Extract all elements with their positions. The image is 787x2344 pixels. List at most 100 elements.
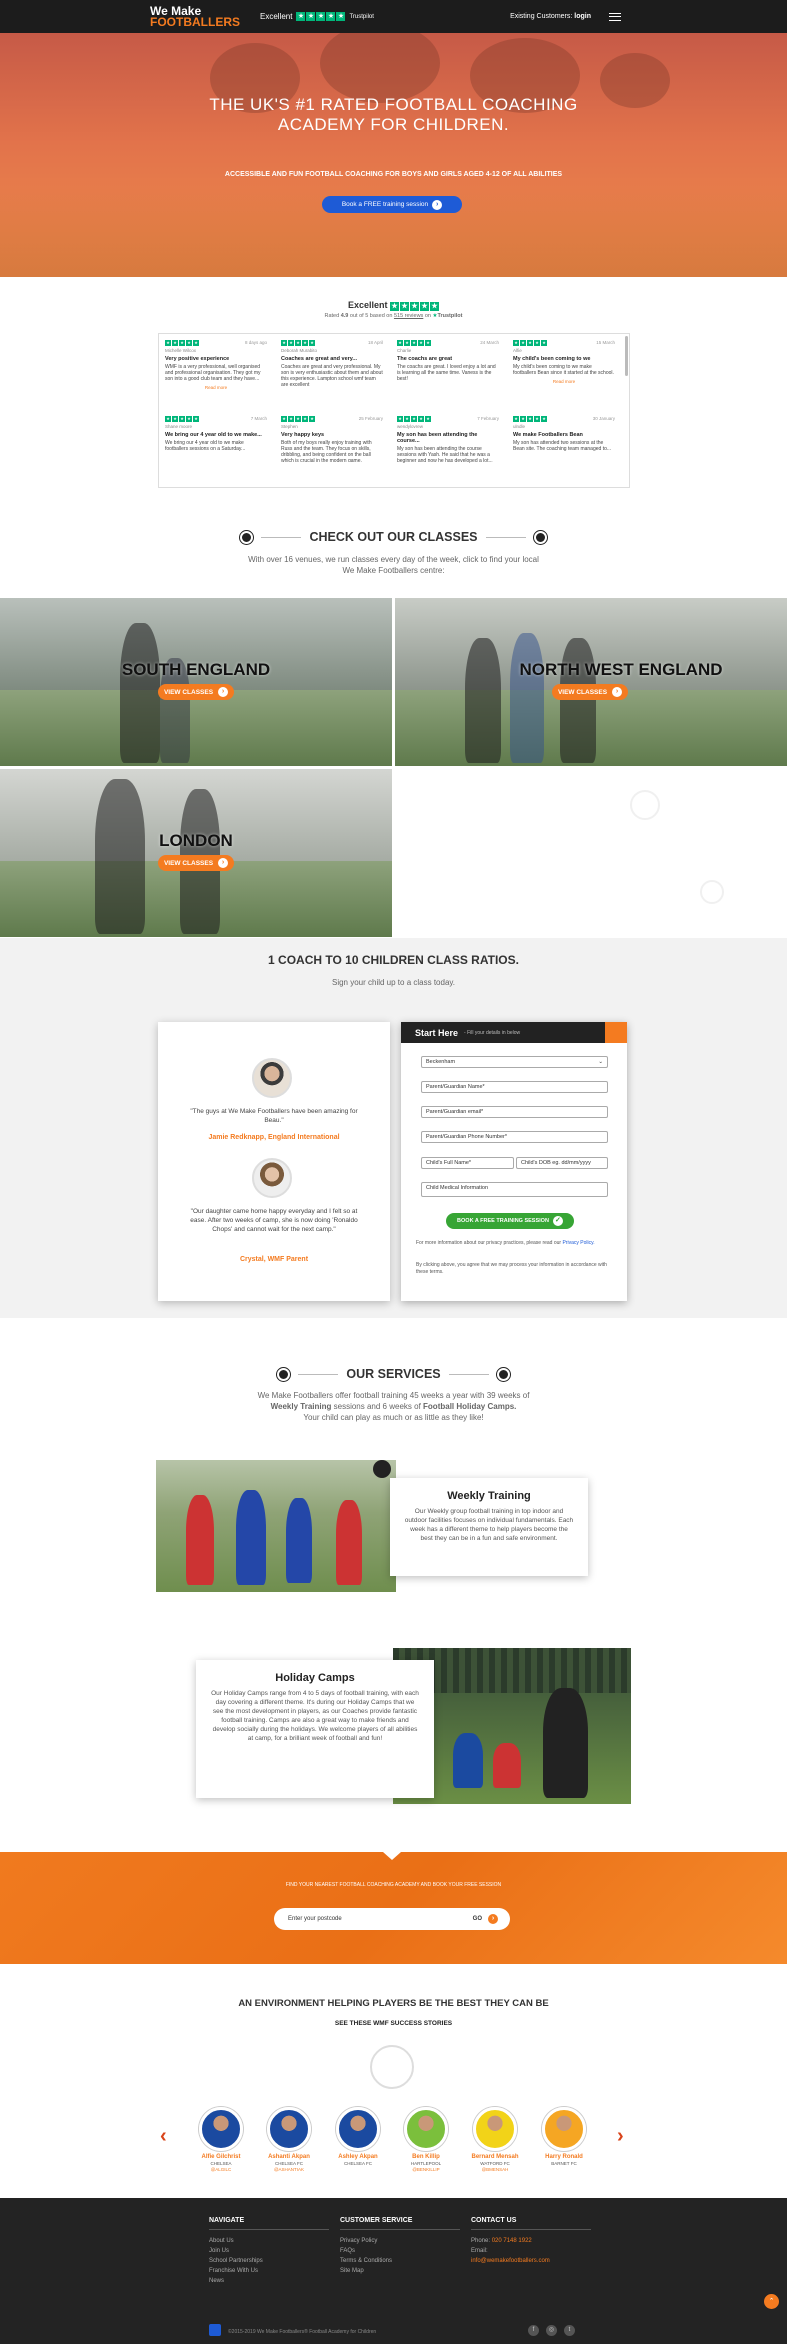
read-more-link[interactable]: Read more — [165, 385, 267, 390]
success-player[interactable]: Ashanti Akpan CHELSEA FC @ASHANTIAK — [265, 2107, 313, 2173]
success-player[interactable]: Alfie Gilchrist CHELSEA @ALGILC — [197, 2107, 245, 2173]
review-date: 7 February — [477, 416, 499, 421]
carousel-prev-arrow[interactable]: ‹ — [160, 2125, 167, 2148]
child-dob-input[interactable]: Child's DOB eg. dd/mm/yyyy — [516, 1157, 608, 1169]
footer-link[interactable]: Site Map — [340, 2266, 460, 2276]
player-handle[interactable]: @BMENSAH — [471, 2167, 519, 2173]
arrow-right-icon: › — [432, 199, 443, 210]
view-classes-button[interactable]: VIEW CLASSES › — [552, 684, 628, 700]
twitter-icon[interactable]: t — [564, 2325, 575, 2336]
scroll-top-button[interactable]: ⌃ — [764, 2294, 779, 2309]
review-title: We bring our 4 year old to we make... — [165, 432, 262, 438]
view-classes-button[interactable]: VIEW CLASSES › — [158, 684, 234, 700]
hero-title: THE UK'S #1 RATED FOOTBALL COACHING ACADE… — [209, 95, 578, 134]
reviews-count-link[interactable]: 515 reviews — [394, 313, 423, 319]
region-tile-north-west-england[interactable]: NORTH WEST ENGLAND VIEW CLASSES › — [395, 598, 787, 766]
player-name: Harry Ronald — [545, 2154, 583, 2160]
review-stars: ★ ★ ★ ★ ★ — [165, 416, 199, 422]
success-player[interactable]: Ashley Akpan CHELSEA FC — [334, 2107, 382, 2167]
region-tile-south-england[interactable]: SOUTH ENGLAND VIEW CLASSES › — [0, 598, 392, 766]
footer-link[interactable]: School Partnerships — [209, 2256, 329, 2266]
book-free-session-button[interactable]: Book a FREE training session › — [322, 196, 462, 213]
review-author: Stephen — [281, 424, 298, 429]
review-card[interactable]: ★ ★ ★ ★ ★ 8 days ago Michelle Wilcox Very posit… — [161, 338, 271, 410]
football-icon — [240, 531, 254, 545]
services-heading: OUR SERVICES — [0, 1367, 787, 1382]
footer-navigate: NAVIGATE About Us Join Us School Partnershi… — [209, 2216, 329, 2286]
player-handle[interactable]: @BENKILLIP — [402, 2167, 450, 2173]
player-photo — [404, 2107, 448, 2151]
postcode-search[interactable]: Enter your postcode GO › — [274, 1908, 510, 1930]
success-player[interactable]: Ben Killip HARTLEPOOL @BENKILLIP — [402, 2107, 450, 2173]
read-more-link[interactable]: Read more — [513, 379, 615, 384]
footer-link[interactable]: Franchise With Us — [209, 2266, 329, 2276]
region-name: LONDON — [159, 831, 233, 850]
reviews-scrollbar[interactable] — [625, 336, 628, 376]
player-name: Bernard Mensah — [471, 2154, 519, 2160]
privacy-policy-link[interactable]: Privacy Policy. — [562, 1240, 594, 1246]
site-logo[interactable]: We Make FOOTBALLERS — [150, 5, 260, 28]
login-link[interactable]: login — [574, 13, 591, 20]
facebook-icon[interactable]: f — [528, 2325, 539, 2336]
menu-icon[interactable] — [609, 12, 621, 21]
footer-link[interactable]: News — [209, 2276, 329, 2286]
hero-banner: THE UK'S #1 RATED FOOTBALL COACHING ACADE… — [0, 33, 787, 277]
view-classes-button[interactable]: VIEW CLASSES › — [158, 855, 234, 871]
email-link[interactable]: info@wemakefootballers.com — [471, 2256, 591, 2266]
review-card[interactable]: ★ ★ ★ ★ ★ 7 March Shane moore We bring our 4 ye… — [161, 414, 271, 486]
review-card[interactable]: ★ ★ ★ ★ ★ 30 January ulndle We make Footballers… — [509, 414, 619, 486]
weekly-training-card[interactable]: Weekly Training Our Weekly group footbal… — [390, 1478, 588, 1576]
child-name-input[interactable]: Child's Full Name* — [421, 1157, 514, 1169]
testimonial-quote: "The guys at We Make Footballers have be… — [190, 1108, 358, 1124]
success-player[interactable]: Harry Ronald BARNET FC — [540, 2107, 588, 2167]
postcode-input[interactable]: Enter your postcode — [288, 1916, 342, 1922]
venue-select[interactable]: Beckenham ⌄ — [421, 1056, 608, 1068]
review-card[interactable]: ★ ★ ★ ★ ★ 15 March Alfie My child's been coming… — [509, 338, 619, 410]
footer-link[interactable]: FAQs — [340, 2246, 460, 2256]
parent-name-input[interactable]: Parent/Guardian Name* — [421, 1081, 608, 1093]
review-stars: ★ ★ ★ ★ ★ — [281, 340, 315, 346]
footer-link[interactable]: Privacy Policy — [340, 2236, 460, 2246]
review-card[interactable]: ★ ★ ★ ★ ★ 24 March Charlie The coachs are great… — [393, 338, 503, 410]
footer-link[interactable]: About Us — [209, 2236, 329, 2246]
player-handle[interactable]: @ALGILC — [197, 2167, 245, 2173]
parent-phone-input[interactable]: Parent/Guardian Phone Number* — [421, 1131, 608, 1143]
classes-description: With over 16 venues, we run classes ever… — [248, 555, 539, 575]
review-text: My son has been attending the course ses… — [397, 446, 493, 464]
player-handle[interactable]: @ASHANTIAK — [265, 2167, 313, 2173]
site-header: We Make FOOTBALLERS Excellent ★ ★ ★ ★ ★ Trus… — [0, 0, 787, 33]
review-text: Coaches are great and very professional.… — [281, 364, 383, 386]
review-card[interactable]: ★ ★ ★ ★ ★ 25 February Stephen Very happy keys Bo… — [277, 414, 387, 486]
reviews-carousel[interactable]: ★ ★ ★ ★ ★ 8 days ago Michelle Wilcox Very posit… — [158, 333, 630, 488]
book-free-training-button[interactable]: BOOK A FREE TRAINING SESSION ✓ — [446, 1213, 574, 1229]
review-title: Coaches are great and very... — [281, 356, 358, 362]
football-icon — [496, 1368, 510, 1382]
player-photo — [473, 2107, 517, 2151]
football-icon — [605, 1022, 627, 1043]
form-header: Start Here - Fill your details in below — [401, 1022, 627, 1043]
phone-link[interactable]: 020 7148 1922 — [492, 2238, 532, 2244]
footer-link[interactable]: Terms & Conditions — [340, 2256, 460, 2266]
privacy-note: For more information about our privacy p… — [416, 1240, 595, 1246]
review-card[interactable]: ★ ★ ★ ★ ★ 18 April Deborah Murabito Coaches are… — [277, 338, 387, 410]
instagram-icon[interactable]: ◎ — [546, 2325, 557, 2336]
player-name: Alfie Gilchrist — [201, 2154, 241, 2160]
player-name: Ben Killip — [412, 2154, 440, 2160]
review-title: The coachs are great — [397, 356, 453, 362]
review-date: 15 March — [596, 340, 615, 345]
parent-email-input[interactable]: Parent/Guardian email* — [421, 1106, 608, 1118]
player-photo — [542, 2107, 586, 2151]
review-author: Deborah Murabito — [281, 348, 318, 353]
region-tile-london[interactable]: LONDON VIEW CLASSES › — [0, 769, 392, 937]
success-player[interactable]: Bernard Mensah WATFORD FC @BMENSAH — [471, 2107, 519, 2173]
review-card[interactable]: ★ ★ ★ ★ ★ 7 February wendylovrew My son has bee… — [393, 414, 503, 486]
avatar — [252, 1158, 292, 1198]
medical-info-input[interactable]: Child Medical Information — [421, 1182, 608, 1197]
carousel-next-arrow[interactable]: › — [617, 2125, 624, 2148]
holiday-camps-card[interactable]: Holiday Camps Our Holiday Camps range fr… — [196, 1660, 434, 1798]
go-button[interactable]: GO › — [473, 1914, 498, 1924]
football-icon — [277, 1368, 291, 1382]
holiday-camps-title: Holiday Camps — [275, 1672, 355, 1684]
footer-link[interactable]: Join Us — [209, 2246, 329, 2256]
trustpilot-badge[interactable]: Excellent ★ ★ ★ ★ ★ Trustpilot — [260, 12, 374, 21]
